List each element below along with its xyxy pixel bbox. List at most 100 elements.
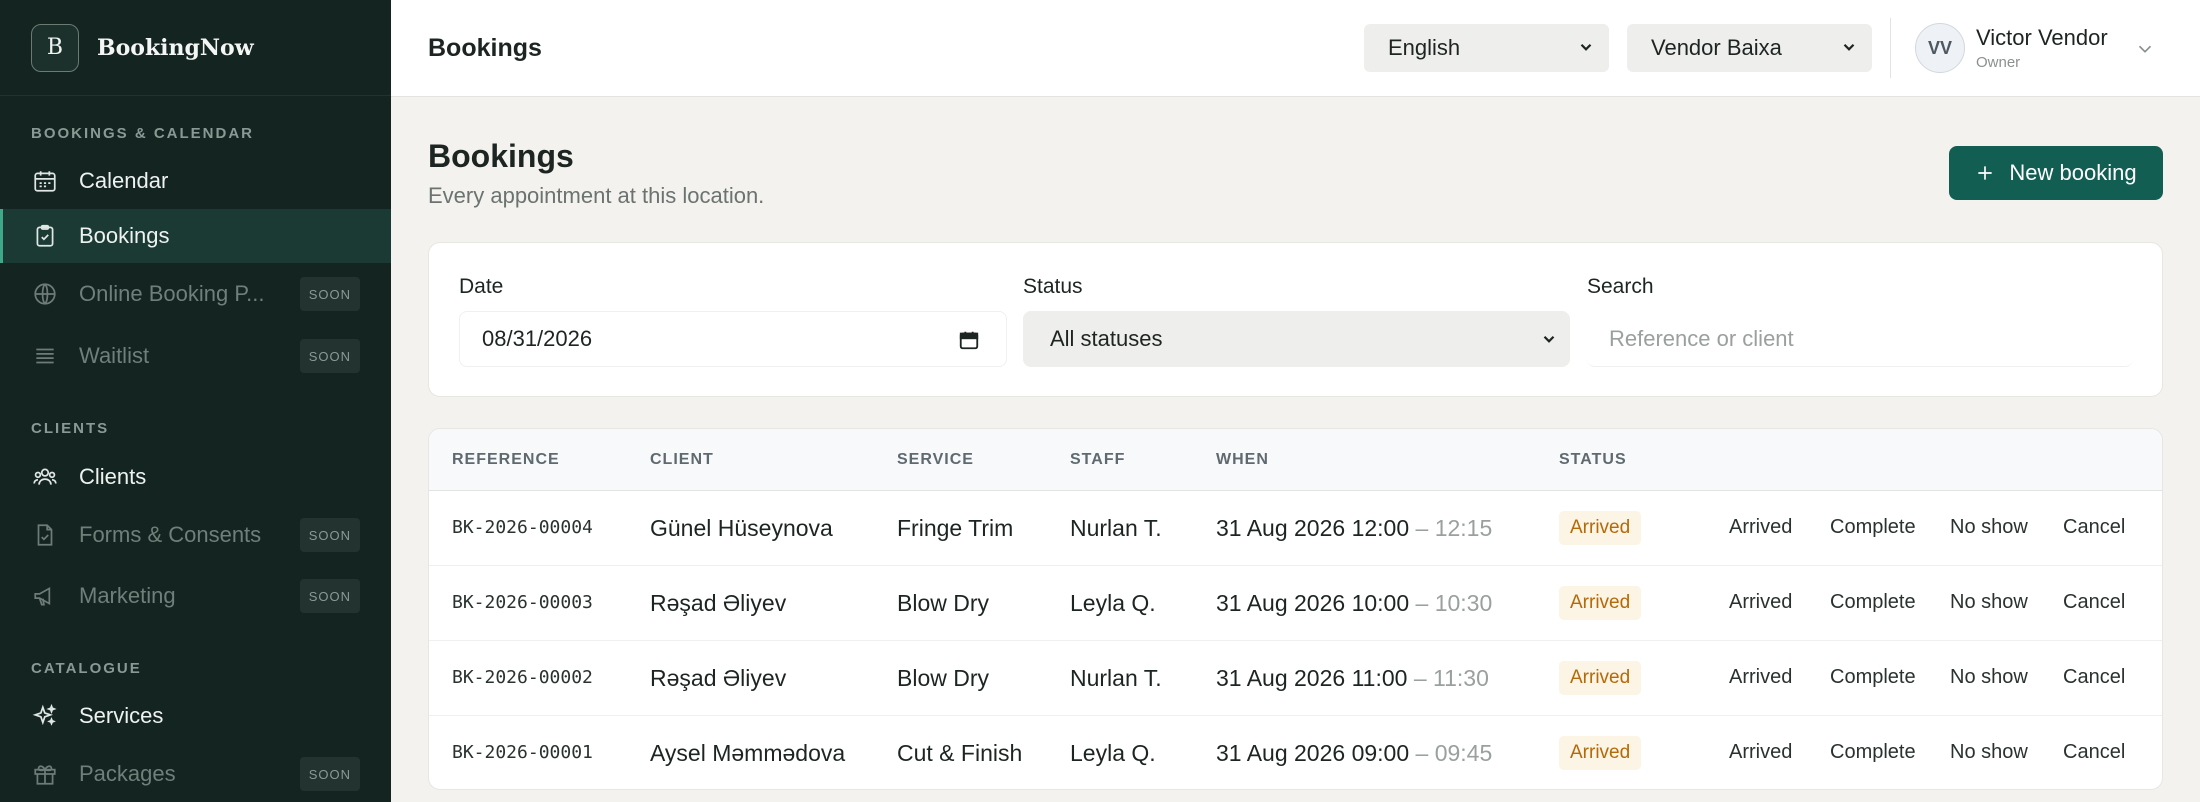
date-label: Date bbox=[459, 275, 504, 298]
sidebar-item-label: Services bbox=[79, 703, 164, 728]
section-label-clients: CLIENTS bbox=[31, 420, 110, 437]
arrived-button[interactable]: Arrived bbox=[1729, 741, 1792, 764]
booking-client: Rəşad Əliyev bbox=[650, 665, 787, 691]
soon-badge: SOON bbox=[299, 277, 360, 311]
table-row[interactable]: BK-2026-00003 Rəşad Əliyev Blow Dry Leyl… bbox=[429, 566, 2162, 641]
sidebar-item-label: Calendar bbox=[79, 168, 169, 193]
booking-client: Aysel Məmmədova bbox=[650, 740, 846, 766]
section-label-catalogue: CATALOGUE bbox=[31, 660, 142, 677]
booking-reference[interactable]: BK-2026-00004 bbox=[452, 517, 593, 538]
sidebar-item-clients[interactable]: Clients bbox=[0, 450, 391, 504]
sidebar-item-services[interactable]: Services bbox=[0, 689, 391, 743]
table-header: REFERENCE CLIENT SERVICE STAFF WHEN STAT… bbox=[429, 429, 2162, 491]
users-icon bbox=[31, 463, 59, 491]
booking-when-start: 31 Aug 2026 11:00 bbox=[1216, 665, 1408, 691]
column-header-status[interactable]: STATUS bbox=[1559, 451, 1627, 469]
column-header-staff[interactable]: STAFF bbox=[1070, 451, 1125, 469]
booking-service: Fringe Trim bbox=[897, 515, 1014, 541]
search-input[interactable]: Reference or client bbox=[1587, 311, 2133, 367]
status-badge: Arrived bbox=[1559, 661, 1642, 695]
brand[interactable]: B BookingNow bbox=[0, 0, 391, 96]
booking-staff: Nurlan T. bbox=[1070, 665, 1162, 691]
new-booking-label: New booking bbox=[2009, 160, 2137, 185]
sidebar-item-marketing[interactable]: Marketing SOON bbox=[0, 569, 391, 623]
list-icon bbox=[31, 342, 59, 370]
sidebar-item-packages[interactable]: Packages SOON bbox=[0, 747, 391, 801]
sparkles-icon bbox=[31, 702, 59, 730]
no-show-button[interactable]: No show bbox=[1950, 516, 2028, 539]
clipboard-check-icon bbox=[31, 222, 59, 250]
globe-icon bbox=[31, 280, 59, 308]
sidebar-item-waitlist[interactable]: Waitlist SOON bbox=[0, 329, 391, 383]
bookings-table: REFERENCE CLIENT SERVICE STAFF WHEN STAT… bbox=[428, 428, 2163, 790]
no-show-button[interactable]: No show bbox=[1950, 741, 2028, 764]
booking-when: 31 Aug 2026 11:00 – 11:30 bbox=[1216, 665, 1489, 692]
booking-when-end: – 09:45 bbox=[1415, 740, 1493, 766]
page-title: Bookings bbox=[428, 138, 574, 174]
sidebar-item-calendar[interactable]: Calendar bbox=[0, 154, 391, 208]
sidebar-item-online-booking[interactable]: Online Booking P... SOON bbox=[0, 267, 391, 321]
status-badge: Arrived bbox=[1559, 511, 1642, 545]
complete-button[interactable]: Complete bbox=[1830, 516, 1916, 539]
column-header-client[interactable]: CLIENT bbox=[650, 451, 714, 469]
sidebar-item-label: Packages bbox=[79, 761, 176, 786]
cancel-button[interactable]: Cancel bbox=[2063, 516, 2125, 539]
soon-badge: SOON bbox=[299, 339, 360, 373]
complete-button[interactable]: Complete bbox=[1830, 741, 1916, 764]
column-header-when[interactable]: WHEN bbox=[1216, 451, 1269, 469]
table-row[interactable]: BK-2026-00001 Aysel Məmmədova Cut & Fini… bbox=[429, 716, 2162, 789]
status-select[interactable]: All statuses bbox=[1023, 311, 1570, 367]
calendar-icon bbox=[31, 167, 59, 195]
status-badge: Arrived bbox=[1559, 736, 1642, 770]
language-select[interactable]: English bbox=[1364, 24, 1609, 72]
calendar-icon[interactable] bbox=[958, 329, 980, 351]
no-show-button[interactable]: No show bbox=[1950, 666, 2028, 689]
booking-reference[interactable]: BK-2026-00002 bbox=[452, 667, 593, 688]
table-row[interactable]: BK-2026-00004 Günel Hüseynova Fringe Tri… bbox=[429, 491, 2162, 566]
soon-badge: SOON bbox=[299, 757, 360, 791]
document-check-icon bbox=[31, 521, 59, 549]
sidebar-item-bookings[interactable]: Bookings bbox=[0, 209, 391, 263]
cancel-button[interactable]: Cancel bbox=[2063, 741, 2125, 764]
status-badge: Arrived bbox=[1559, 586, 1642, 620]
no-show-button[interactable]: No show bbox=[1950, 591, 2028, 614]
cancel-button[interactable]: Cancel bbox=[2063, 666, 2125, 689]
booking-when-start: 31 Aug 2026 10:00 bbox=[1216, 590, 1410, 616]
header-divider bbox=[1890, 18, 1891, 78]
sidebar-item-label: Online Booking P... bbox=[79, 281, 265, 306]
search-placeholder: Reference or client bbox=[1609, 325, 1794, 351]
vendor-select[interactable]: Vendor Baixa bbox=[1627, 24, 1872, 72]
page-subtitle: Every appointment at this location. bbox=[428, 183, 765, 208]
brand-name: BookingNow bbox=[97, 34, 254, 61]
avatar[interactable]: VV bbox=[1915, 23, 1965, 73]
cancel-button[interactable]: Cancel bbox=[2063, 591, 2125, 614]
booking-when: 31 Aug 2026 10:00 – 10:30 bbox=[1216, 590, 1492, 617]
column-header-reference[interactable]: REFERENCE bbox=[452, 451, 560, 469]
new-booking-button[interactable]: New booking bbox=[1949, 146, 2163, 200]
status-select-value: All statuses bbox=[1050, 326, 1163, 351]
booking-when: 31 Aug 2026 12:00 – 12:15 bbox=[1216, 515, 1492, 542]
gift-icon bbox=[31, 760, 59, 788]
header-title: Bookings bbox=[428, 34, 542, 62]
arrived-button[interactable]: Arrived bbox=[1729, 516, 1792, 539]
complete-button[interactable]: Complete bbox=[1830, 591, 1916, 614]
chevron-down-icon bbox=[1843, 43, 1855, 51]
date-field[interactable]: 08/31/2026 bbox=[459, 311, 1007, 367]
section-label-bookings-calendar: BOOKINGS & CALENDAR bbox=[31, 125, 255, 142]
booking-reference[interactable]: BK-2026-00001 bbox=[452, 742, 593, 763]
search-label: Search bbox=[1587, 275, 1654, 298]
booking-staff: Leyla Q. bbox=[1070, 590, 1156, 616]
booking-reference[interactable]: BK-2026-00003 bbox=[452, 592, 593, 613]
booking-when-start: 31 Aug 2026 12:00 bbox=[1216, 515, 1410, 541]
arrived-button[interactable]: Arrived bbox=[1729, 591, 1792, 614]
column-header-service[interactable]: SERVICE bbox=[897, 451, 974, 469]
chevron-down-icon[interactable] bbox=[2134, 38, 2156, 60]
sidebar-item-forms-consents[interactable]: Forms & Consents SOON bbox=[0, 508, 391, 562]
complete-button[interactable]: Complete bbox=[1830, 666, 1916, 689]
table-row[interactable]: BK-2026-00002 Rəşad Əliyev Blow Dry Nurl… bbox=[429, 641, 2162, 716]
sidebar-item-label: Bookings bbox=[79, 223, 170, 248]
brand-logo: B bbox=[31, 23, 79, 72]
chevron-down-icon bbox=[1543, 335, 1555, 343]
arrived-button[interactable]: Arrived bbox=[1729, 666, 1792, 689]
user-name[interactable]: Victor Vendor bbox=[1976, 25, 2108, 51]
